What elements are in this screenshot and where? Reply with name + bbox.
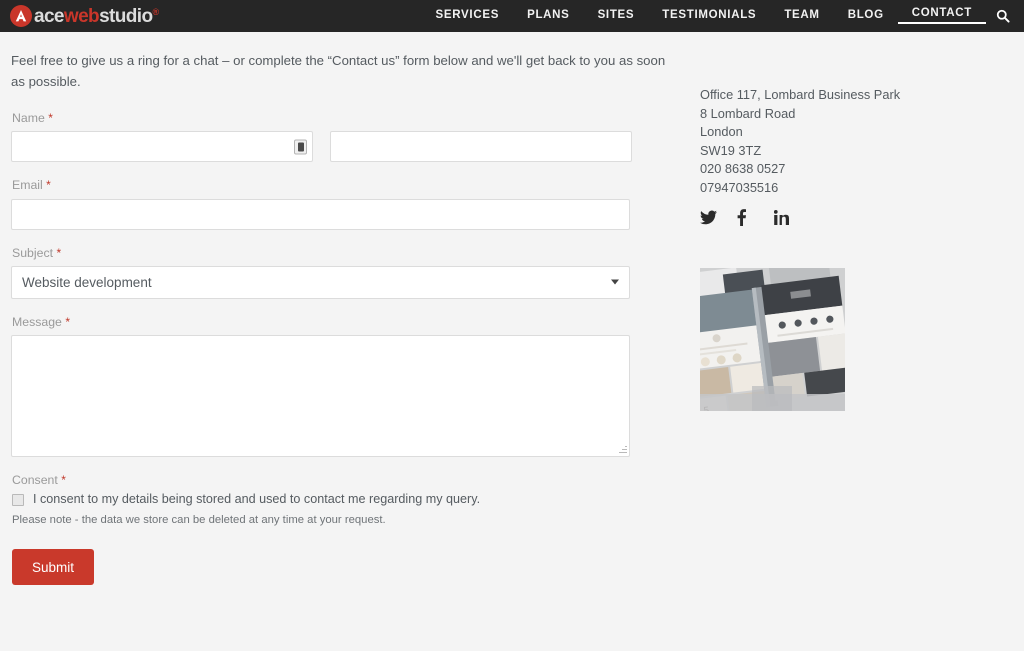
contact-form-column: Feel free to give us a ring for a chat –…	[0, 32, 700, 586]
textarea-resize-handle[interactable]	[618, 445, 627, 454]
nav-item-contact[interactable]: CONTACT	[897, 7, 986, 25]
contact-info-column: Office 117, Lombard Business Park 8 Lomb…	[700, 32, 1024, 585]
logo-wordmark: ace web studio ®	[34, 7, 159, 26]
logo-mark-icon	[10, 5, 32, 27]
nav-item-blog[interactable]: BLOG	[834, 10, 898, 22]
label-email: Email *	[12, 179, 700, 191]
site-header: ace web studio ® SERVICES PLANS SITES TESTI…	[0, 0, 1024, 32]
logo-text-ace: ace	[34, 5, 65, 27]
main-navigation: SERVICES PLANS SITES TESTIMONIALS TEAM B…	[422, 0, 1012, 32]
name-fields-row	[11, 131, 700, 163]
nav-item-sites[interactable]: SITES	[584, 10, 649, 22]
label-subject-text: Subject	[12, 245, 54, 260]
nav-item-testimonials[interactable]: TESTIMONIALS	[648, 10, 770, 22]
address-line-1: Office 117, Lombard Business Park	[700, 87, 901, 102]
label-name-text: Name	[12, 111, 45, 125]
website-mockup-photo: 5	[700, 268, 845, 411]
email-input[interactable]	[11, 198, 630, 230]
subject-select-wrapper: Website development	[11, 265, 630, 299]
required-asterisk-name: *	[48, 111, 53, 125]
nav-item-plans[interactable]: PLANS	[513, 10, 583, 22]
label-consent: Consent *	[12, 474, 700, 486]
subject-select[interactable]: Website development	[11, 265, 630, 299]
submit-button[interactable]: Submit	[12, 549, 95, 586]
label-consent-text: Consent	[12, 473, 58, 488]
site-logo[interactable]: ace web studio ®	[10, 0, 159, 32]
phone-landline: 020 8638 0527	[700, 161, 786, 176]
twitter-icon[interactable]	[700, 205, 737, 229]
required-asterisk-subject: *	[56, 245, 62, 260]
required-asterisk-email: *	[46, 178, 51, 193]
nav-item-services[interactable]: SERVICES	[422, 10, 514, 22]
label-subject: Subject *	[12, 245, 700, 260]
label-name: Name *	[12, 112, 700, 124]
intro-paragraph: Feel free to give us a ring for a chat –…	[11, 53, 666, 89]
phone-mobile: 07947035516	[700, 179, 779, 195]
social-links	[700, 205, 1024, 229]
office-address: Office 117, Lombard Business Park 8 Lomb…	[700, 86, 1024, 197]
address-line-2: 8 Lombard Road	[700, 105, 796, 121]
consent-row: I consent to my details being stored and…	[12, 493, 700, 506]
label-message-text: Message	[12, 314, 62, 329]
page-body: Feel free to give us a ring for a chat –…	[0, 32, 1024, 586]
address-city: London	[700, 124, 743, 139]
required-asterisk-message: *	[65, 314, 70, 329]
consent-checkbox[interactable]	[12, 493, 24, 506]
label-email-text: Email	[12, 178, 43, 193]
first-name-input[interactable]	[11, 131, 313, 163]
message-textarea[interactable]	[11, 335, 630, 458]
linkedin-icon[interactable]	[774, 205, 811, 229]
last-name-input[interactable]	[330, 131, 632, 163]
required-asterisk-consent: *	[61, 473, 66, 488]
logo-text-web: web	[63, 5, 100, 27]
nav-item-team[interactable]: TEAM	[770, 10, 833, 22]
search-icon[interactable]	[996, 9, 1010, 23]
address-postcode: SW19 3TZ	[700, 142, 762, 158]
contact-card-icon[interactable]	[294, 139, 307, 155]
consent-checkbox-label: I consent to my details being stored and…	[33, 492, 481, 507]
logo-text-studio: studio	[99, 5, 153, 27]
facebook-icon[interactable]	[737, 205, 774, 229]
consent-note: Please note - the data we store can be d…	[12, 514, 386, 527]
label-message: Message *	[12, 316, 700, 328]
logo-registered-mark: ®	[152, 6, 159, 17]
